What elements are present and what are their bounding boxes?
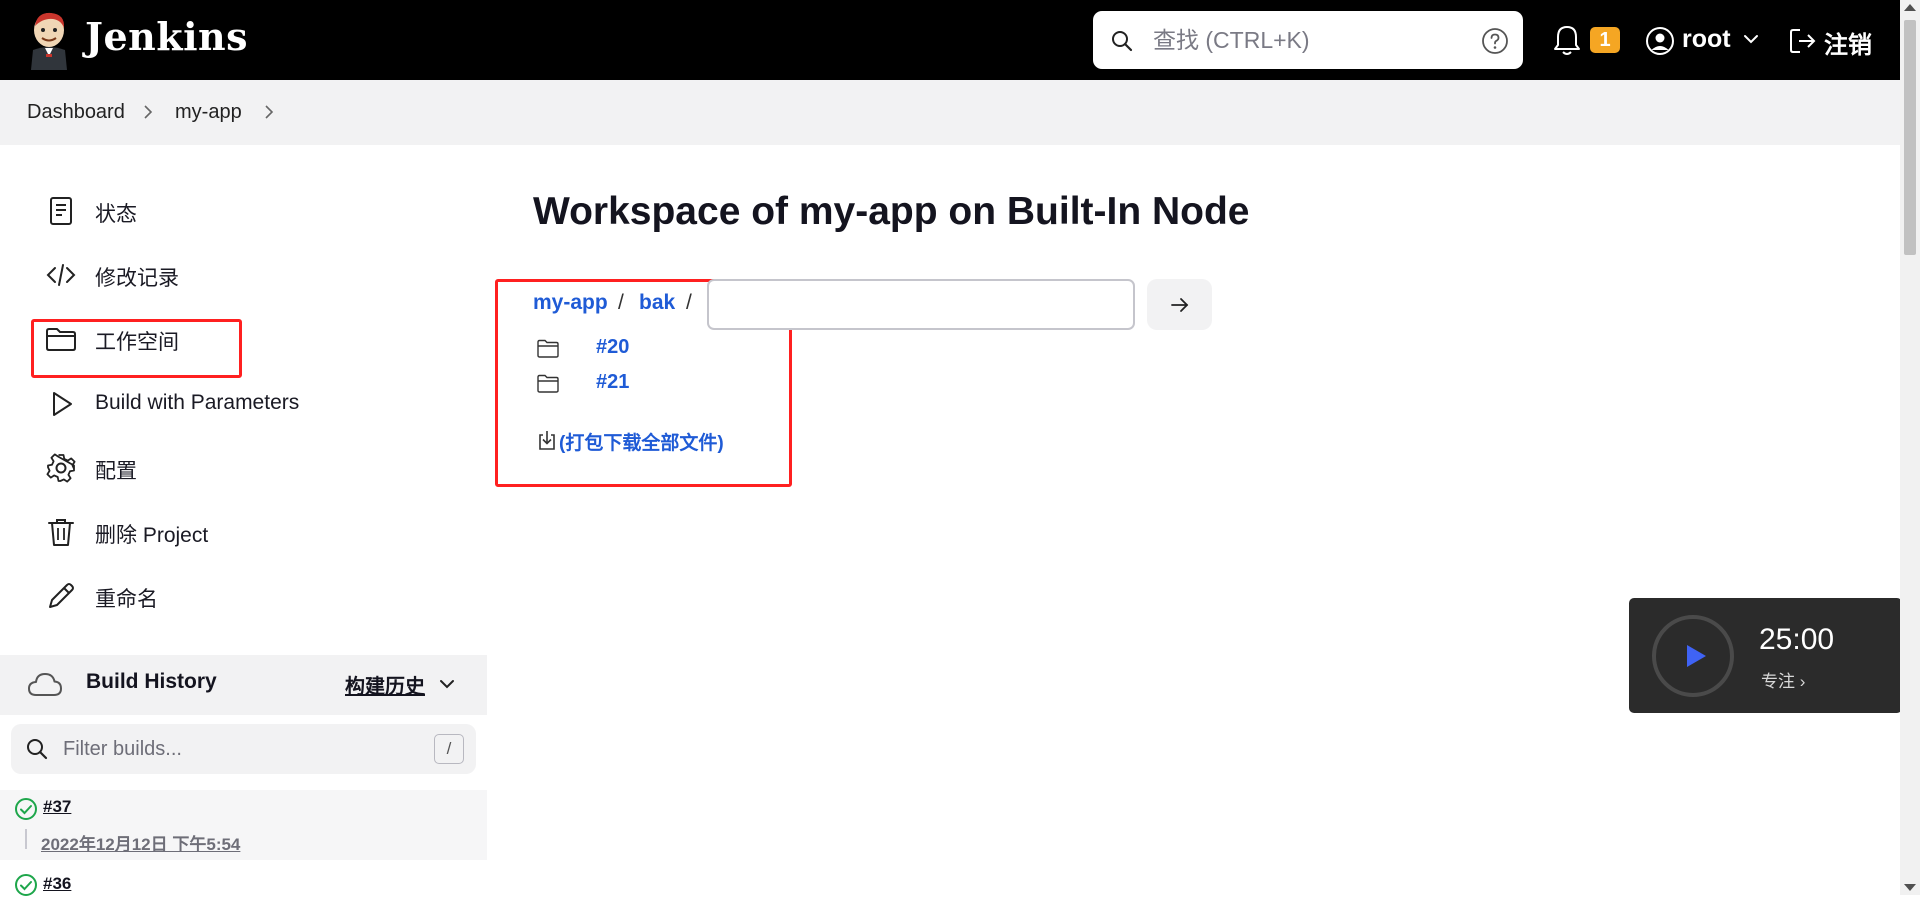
scroll-up-arrow-icon[interactable] bbox=[1904, 4, 1916, 11]
filter-builds-box[interactable]: / bbox=[11, 724, 476, 774]
cloud-icon bbox=[28, 673, 62, 696]
build-trend-link[interactable]: 构建历史 bbox=[345, 670, 425, 699]
filter-builds-input[interactable] bbox=[61, 733, 401, 765]
timer-mode-link[interactable]: 专注 › bbox=[1761, 667, 1805, 692]
logout-link[interactable]: 注销 bbox=[1824, 25, 1872, 60]
path-segment-my-app[interactable]: my-app bbox=[533, 291, 608, 315]
build-row[interactable]: #36 bbox=[0, 866, 487, 896]
path-separator: / bbox=[686, 291, 692, 314]
notification-badge[interactable]: 1 bbox=[1590, 27, 1620, 53]
timer-time: 25:00 bbox=[1759, 623, 1835, 656]
build-history-header: Build History 构建历史 bbox=[0, 655, 487, 715]
search-icon bbox=[27, 739, 48, 760]
build-number-link[interactable]: #37 bbox=[43, 797, 71, 817]
sidebar-item-label: 修改记录 bbox=[95, 267, 179, 290]
folder-link[interactable]: #20 bbox=[596, 336, 629, 359]
play-icon[interactable] bbox=[1651, 614, 1735, 698]
path-separator: / bbox=[618, 291, 624, 314]
build-history-title: Build History bbox=[86, 670, 217, 693]
build-number-link[interactable]: #36 bbox=[43, 874, 71, 894]
jenkins-logo-icon[interactable] bbox=[27, 10, 71, 70]
chevron-down-icon[interactable] bbox=[1742, 32, 1760, 46]
build-timeline-bar bbox=[25, 829, 27, 849]
search-input[interactable] bbox=[1151, 19, 1451, 61]
go-button[interactable] bbox=[1147, 279, 1212, 330]
code-icon bbox=[46, 264, 76, 286]
scroll-down-arrow-icon[interactable] bbox=[1904, 884, 1916, 891]
arrow-right-icon bbox=[1171, 298, 1189, 312]
folder-icon bbox=[537, 374, 559, 393]
help-icon[interactable] bbox=[1481, 27, 1509, 55]
gear-icon bbox=[46, 453, 76, 483]
sidebar-item-label: 重命名 bbox=[95, 588, 158, 611]
sidebar-item-label: 删除 Project bbox=[95, 524, 209, 547]
path-input[interactable] bbox=[707, 279, 1135, 330]
path-segment-bak[interactable]: bak bbox=[639, 291, 675, 315]
bell-icon[interactable] bbox=[1552, 24, 1582, 56]
folder-link[interactable]: #21 bbox=[596, 371, 629, 394]
folder-icon bbox=[537, 339, 559, 358]
breadcrumb: Dashboard my-app bbox=[0, 80, 1900, 145]
scrollbar-thumb[interactable] bbox=[1904, 20, 1916, 255]
build-date-link[interactable]: 2022年12月12日 下午5:54 bbox=[41, 830, 240, 855]
brand-name[interactable]: Jenkins bbox=[85, 14, 248, 59]
play-icon bbox=[53, 392, 72, 416]
breadcrumb-my-app[interactable]: my-app bbox=[175, 101, 242, 124]
annotation-box-workspace bbox=[31, 319, 242, 378]
sidebar-item-label: 状态 bbox=[95, 203, 137, 226]
document-icon bbox=[50, 197, 72, 225]
focus-timer-widget[interactable]: 25:00 专注 › bbox=[1629, 598, 1902, 713]
trash-icon bbox=[48, 519, 74, 546]
breadcrumb-dashboard[interactable]: Dashboard bbox=[27, 101, 125, 124]
chevron-down-icon[interactable] bbox=[438, 677, 456, 691]
search-icon bbox=[1112, 31, 1133, 52]
download-all-zip-label: (打包下载全部文件) bbox=[559, 433, 724, 454]
search-box[interactable] bbox=[1093, 11, 1523, 69]
page-scrollbar[interactable] bbox=[1900, 0, 1920, 895]
page-title: Workspace of my-app on Built-In Node bbox=[533, 190, 1250, 233]
sidebar-item-label: Build with Parameters bbox=[95, 391, 300, 414]
logout-icon[interactable] bbox=[1788, 26, 1818, 56]
chevron-right-icon[interactable] bbox=[262, 104, 276, 120]
success-check-icon bbox=[15, 874, 37, 896]
download-icon bbox=[539, 431, 555, 450]
build-row[interactable]: #37 2022年12月12日 下午5:54 bbox=[0, 790, 487, 860]
success-check-icon bbox=[15, 798, 37, 820]
user-icon[interactable] bbox=[1645, 26, 1675, 56]
keyboard-shortcut-hint: / bbox=[434, 734, 464, 764]
top-header: Jenkins 1 root 注销 bbox=[0, 0, 1900, 80]
user-menu[interactable]: root bbox=[1682, 25, 1731, 54]
sidebar-item-label: 配置 bbox=[95, 460, 137, 483]
pencil-icon bbox=[49, 583, 74, 608]
chevron-right-icon bbox=[144, 105, 153, 119]
